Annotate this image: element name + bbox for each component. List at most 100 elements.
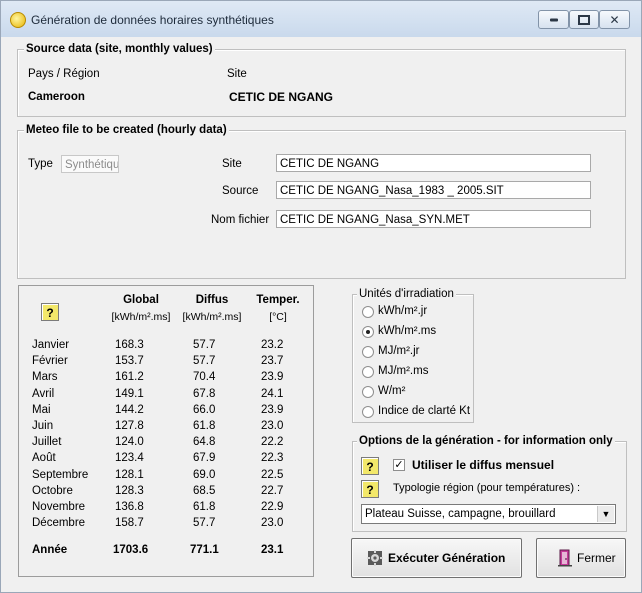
type-field: Synthétique [61, 155, 119, 173]
row-month: Juin [32, 420, 54, 432]
row-temp: 23.7 [261, 355, 284, 367]
row-diffus: 68.5 [193, 485, 216, 497]
row-temp: 22.5 [261, 469, 284, 481]
generation-options-group: Options de la génération - for informati… [352, 434, 627, 532]
row-temp: 23.2 [261, 339, 284, 351]
unit-radio[interactable] [362, 326, 374, 338]
close-window-button[interactable]: ✕ [599, 10, 630, 29]
header-temper: Temper. [256, 294, 300, 306]
unit-radio[interactable] [362, 406, 374, 418]
meteo-source-label: Source [222, 185, 259, 197]
country-value: Cameroon [28, 91, 85, 103]
row-global: 158.7 [115, 517, 144, 529]
typology-label: Typologie région (pour températures) : [393, 482, 581, 494]
diffuse-help-button[interactable]: ? [361, 457, 379, 475]
typology-select[interactable]: Plateau Suisse, campagne, brouillard ▼ [361, 504, 616, 524]
row-global: 153.7 [115, 355, 144, 367]
row-diffus: 57.7 [193, 355, 216, 367]
unit-radio-label[interactable]: kWh/m².ms [378, 325, 436, 337]
row-global: 168.3 [115, 339, 144, 351]
main-window: Génération de données horaires synthétiq… [0, 0, 642, 593]
source-data-title: Source data (site, monthly values) [24, 42, 215, 56]
total-temp: 23.1 [261, 544, 284, 556]
meteo-source-field[interactable]: CETIC DE NGANG_Nasa_1983 _ 2005.SIT [276, 181, 591, 199]
unit-radio[interactable] [362, 366, 374, 378]
use-diffuse-checkbox[interactable]: ✓ [393, 459, 405, 471]
row-month: Mai [32, 404, 51, 416]
meteo-file-group: Meteo file to be created (hourly data) T… [17, 123, 626, 279]
header-global: Global [123, 294, 159, 306]
row-temp: 23.9 [261, 404, 284, 416]
table-help-button[interactable]: ? [41, 303, 59, 321]
row-temp: 22.3 [261, 452, 284, 464]
file-name-field[interactable]: CETIC DE NGANG_Nasa_SYN.MET [276, 210, 591, 228]
total-global: 1703.6 [113, 544, 149, 556]
meteo-site-field[interactable]: CETIC DE NGANG [276, 154, 591, 172]
row-month: Avril [32, 388, 55, 400]
total-month: Année [32, 544, 68, 556]
row-global: 127.8 [115, 420, 144, 432]
row-diffus: 66.0 [193, 404, 216, 416]
row-month: Octobre [32, 485, 73, 497]
window-title: Génération de données horaires synthétiq… [31, 13, 274, 27]
unit-radio[interactable] [362, 306, 374, 318]
header-diffus-unit: [kWh/m².ms] [182, 311, 242, 323]
meteo-file-title: Meteo file to be created (hourly data) [24, 123, 229, 137]
row-month: Juillet [32, 436, 62, 448]
row-global: 149.1 [115, 388, 144, 400]
generation-options-title: Options de la génération - for informati… [357, 434, 615, 448]
row-global: 136.8 [115, 501, 144, 513]
source-data-group: Source data (site, monthly values) Pays … [17, 42, 626, 117]
row-diffus: 67.9 [193, 452, 216, 464]
minimize-button[interactable] [538, 10, 569, 29]
row-temp: 22.7 [261, 485, 284, 497]
row-month: Septembre [32, 469, 89, 481]
row-diffus: 61.8 [193, 501, 216, 513]
unit-radio-label[interactable]: MJ/m².ms [378, 365, 428, 377]
meteo-site-label: Site [222, 158, 242, 170]
irradiation-units-title: Unités d'irradiation [357, 287, 456, 301]
title-bar[interactable]: Génération de données horaires synthétiq… [1, 1, 641, 37]
door-exit-icon [558, 549, 572, 567]
unit-radio-label[interactable]: W/m² [378, 385, 405, 397]
row-global: 124.0 [115, 436, 144, 448]
close-button[interactable]: Fermer [536, 538, 626, 578]
row-diffus: 64.8 [193, 436, 216, 448]
row-month: Août [32, 452, 56, 464]
execute-generation-button[interactable]: Exécuter Génération [351, 538, 522, 578]
unit-radio-label[interactable]: kWh/m².jr [378, 305, 427, 317]
total-diffus: 771.1 [190, 544, 219, 556]
row-month: Février [32, 355, 68, 367]
row-temp: 23.0 [261, 420, 284, 432]
row-temp: 23.0 [261, 517, 284, 529]
minimize-icon [549, 18, 558, 21]
unit-radio[interactable] [362, 346, 374, 358]
execute-generation-label: Exécuter Génération [388, 551, 506, 565]
row-temp: 24.1 [261, 388, 284, 400]
row-global: 144.2 [115, 404, 144, 416]
irradiation-units-group: Unités d'irradiation kWh/m².jr kWh/m².ms M… [352, 287, 474, 423]
row-month: Janvier [32, 339, 70, 351]
maximize-icon [578, 14, 590, 25]
row-month: Novembre [32, 501, 86, 513]
country-label: Pays / Région [28, 68, 100, 80]
use-diffuse-label[interactable]: Utiliser le diffus mensuel [412, 458, 554, 472]
row-temp: 22.9 [261, 501, 284, 513]
app-icon [10, 12, 26, 28]
chevron-down-icon[interactable]: ▼ [597, 506, 614, 522]
header-temper-unit: [°C] [269, 311, 287, 323]
row-temp: 22.2 [261, 436, 284, 448]
unit-radio-label[interactable]: Indice de clarté Kt [378, 405, 470, 417]
gear-icon [367, 550, 383, 566]
typology-help-button[interactable]: ? [361, 480, 379, 498]
close-icon: ✕ [609, 12, 620, 27]
row-temp: 23.9 [261, 371, 284, 383]
row-diffus: 61.8 [193, 420, 216, 432]
row-global: 128.3 [115, 485, 144, 497]
monthly-values-panel: ? Global [kWh/m².ms] Diffus [kWh/m².ms] … [18, 285, 314, 577]
maximize-button[interactable] [569, 10, 599, 29]
row-diffus: 69.0 [193, 469, 216, 481]
unit-radio-label[interactable]: MJ/m².jr [378, 345, 420, 357]
row-global: 161.2 [115, 371, 144, 383]
unit-radio[interactable] [362, 386, 374, 398]
